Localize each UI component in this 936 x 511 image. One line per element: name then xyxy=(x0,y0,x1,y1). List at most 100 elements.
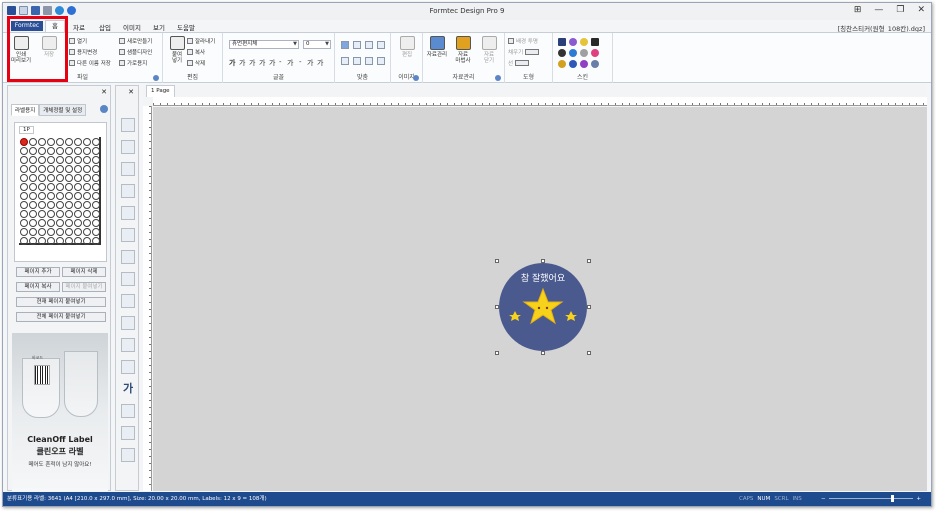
resize-handle[interactable] xyxy=(587,305,591,309)
label-cell[interactable] xyxy=(37,146,46,155)
new-button[interactable]: 새로만들기 xyxy=(119,37,152,45)
label-cell[interactable] xyxy=(55,155,64,164)
label-cell[interactable] xyxy=(73,227,82,236)
label-cell[interactable] xyxy=(73,155,82,164)
resize-handle[interactable] xyxy=(541,351,545,355)
file-group-expand-icon[interactable] xyxy=(153,75,159,81)
label-cell[interactable] xyxy=(19,182,28,191)
label-cell[interactable] xyxy=(19,137,28,146)
label-cell[interactable] xyxy=(46,182,55,191)
label-cell[interactable] xyxy=(82,173,91,182)
label-cell[interactable] xyxy=(28,200,37,209)
data-wizard-button[interactable]: 자료 마법사 xyxy=(451,36,475,64)
label-cell[interactable] xyxy=(91,155,100,164)
label-cell[interactable] xyxy=(73,191,82,200)
label-cell[interactable] xyxy=(28,146,37,155)
font-name-select[interactable]: 휴먼편지체 ▼ xyxy=(229,40,299,49)
page-tab[interactable]: 1 Page xyxy=(146,85,175,97)
label-cell[interactable] xyxy=(19,173,28,182)
skin-navy-icon[interactable] xyxy=(558,38,566,46)
image-group-expand-icon[interactable] xyxy=(413,75,419,81)
skin-gold-icon[interactable] xyxy=(558,60,566,68)
skin-pink-icon[interactable] xyxy=(591,49,599,57)
resize-handle[interactable] xyxy=(495,305,499,309)
label-cell[interactable] xyxy=(64,209,73,218)
rectangle-tool-icon[interactable] xyxy=(121,338,135,352)
label-cell[interactable] xyxy=(46,173,55,182)
label-cell[interactable] xyxy=(28,209,37,218)
label-cell[interactable] xyxy=(37,173,46,182)
label-cell[interactable] xyxy=(64,164,73,173)
label-cell[interactable] xyxy=(73,182,82,191)
label-cell[interactable] xyxy=(64,227,73,236)
skin-violet-icon[interactable] xyxy=(580,60,588,68)
skin-star-icon[interactable] xyxy=(580,38,588,46)
label-cell[interactable] xyxy=(28,137,37,146)
label-cell[interactable] xyxy=(46,137,55,146)
landscape-button[interactable]: 가로용지 xyxy=(119,59,147,67)
label-cell[interactable] xyxy=(55,137,64,146)
delete-page-button[interactable]: 페이지 삭제 xyxy=(62,267,106,277)
label-cell[interactable] xyxy=(73,218,82,227)
label-cell[interactable] xyxy=(91,191,100,200)
tab-help[interactable]: 도움말 xyxy=(177,22,195,32)
label-cell[interactable] xyxy=(28,155,37,164)
label-cell[interactable] xyxy=(64,218,73,227)
label-cell[interactable] xyxy=(19,155,28,164)
resize-handle[interactable] xyxy=(495,259,499,263)
save-as-button[interactable]: 다른 이름 저장 xyxy=(69,59,111,67)
label-cell[interactable] xyxy=(46,146,55,155)
label-cell[interactable] xyxy=(37,182,46,191)
label-cell[interactable] xyxy=(91,218,100,227)
barcode-tool-icon[interactable] xyxy=(121,272,135,286)
shrink-font-button[interactable]: 가 xyxy=(317,58,323,68)
label-cell[interactable] xyxy=(82,209,91,218)
close-button[interactable]: ✕ xyxy=(917,5,925,15)
align-middle-center-icon[interactable] xyxy=(353,57,361,65)
label-cell[interactable] xyxy=(82,218,91,227)
resize-handle[interactable] xyxy=(495,351,499,355)
resize-handle[interactable] xyxy=(587,259,591,263)
label-cell[interactable] xyxy=(91,200,100,209)
skin-royal-icon[interactable] xyxy=(569,60,577,68)
tab-data[interactable]: 자료 xyxy=(73,22,85,32)
font-color-button[interactable]: 가 xyxy=(287,58,293,68)
tab-object-align[interactable]: 개체정렬 및 설정 xyxy=(39,104,87,116)
label-cell[interactable] xyxy=(64,155,73,164)
label-cell[interactable] xyxy=(37,191,46,200)
tab-label-paper[interactable]: 라벨용지 xyxy=(11,104,40,116)
page-tab-1p[interactable]: 1P xyxy=(19,126,34,134)
tab-image[interactable]: 이미지 xyxy=(123,22,141,32)
transparent-bg-checkbox[interactable]: 배경 투명 xyxy=(508,37,538,45)
label-cell[interactable] xyxy=(46,164,55,173)
delete-button[interactable]: 삭제 xyxy=(187,59,205,67)
label-cell[interactable] xyxy=(82,236,91,245)
label-cell[interactable] xyxy=(82,164,91,173)
label-cell[interactable] xyxy=(64,173,73,182)
label-cell[interactable] xyxy=(46,200,55,209)
close-icon[interactable]: ✕ xyxy=(101,88,107,96)
pattern-tool-icon[interactable] xyxy=(121,250,135,264)
cross-tool-icon[interactable] xyxy=(121,140,135,154)
label-cell[interactable] xyxy=(19,200,28,209)
label-cell[interactable] xyxy=(19,146,28,155)
label-cell[interactable] xyxy=(73,173,82,182)
label-cell[interactable] xyxy=(82,191,91,200)
label-cell[interactable] xyxy=(19,209,28,218)
label-cell[interactable] xyxy=(37,236,46,245)
skin-purple-icon[interactable] xyxy=(569,38,577,46)
zoom-in-button[interactable]: + xyxy=(916,492,921,506)
label-cell[interactable] xyxy=(64,137,73,146)
frame-tool-icon[interactable] xyxy=(121,360,135,374)
label-cell[interactable] xyxy=(55,218,64,227)
label-cell[interactable] xyxy=(64,200,73,209)
settings-tool-icon[interactable] xyxy=(121,448,135,462)
label-cell[interactable] xyxy=(46,155,55,164)
grow-font-button[interactable]: 가 xyxy=(307,58,313,68)
label-cell[interactable] xyxy=(91,209,100,218)
label-cell[interactable] xyxy=(82,200,91,209)
line-select[interactable]: 선 xyxy=(508,59,530,67)
line-tool-icon[interactable] xyxy=(121,228,135,242)
data-close-button[interactable]: 자료 닫기 xyxy=(477,36,501,64)
label-cell[interactable] xyxy=(37,218,46,227)
